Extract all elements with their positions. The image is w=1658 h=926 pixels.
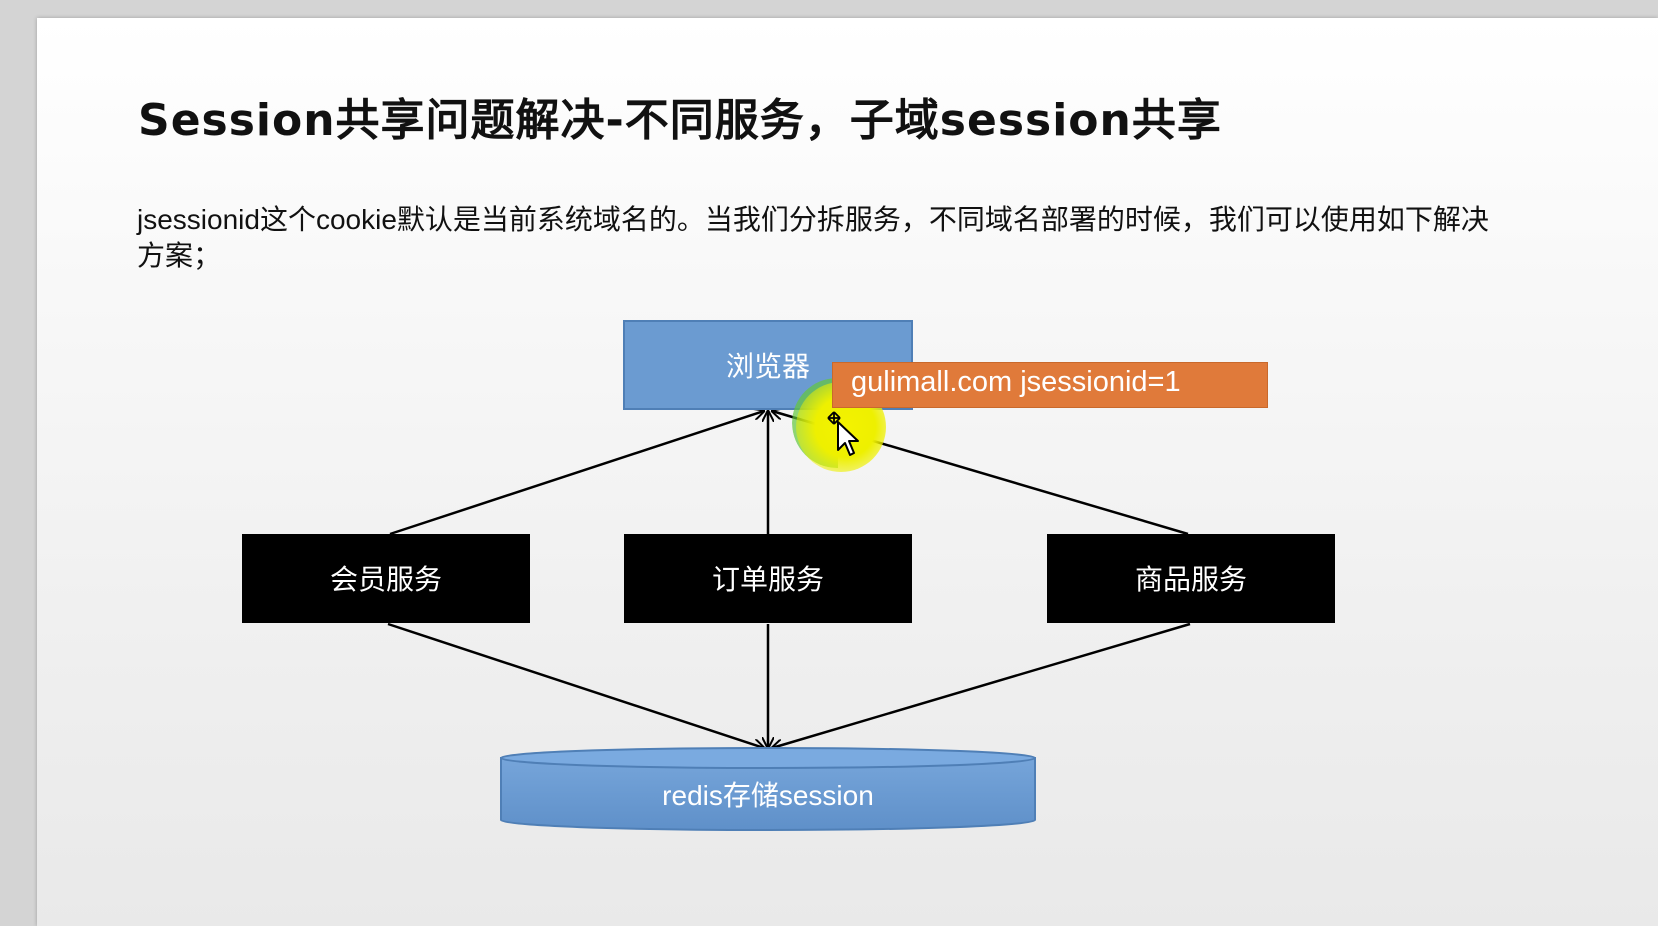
order-service-label: 订单服务: [712, 564, 824, 595]
redis-label: redis存储session: [662, 780, 874, 811]
edge-member-to-browser: [389, 411, 764, 536]
edge-product-to-redis: [772, 622, 1191, 748]
member-service-label: 会员服务: [330, 564, 442, 595]
screen: Session共享问题解决-不同服务，子域session共享 jsessioni…: [0, 0, 1658, 926]
product-service-label: 商品服务: [1135, 564, 1247, 595]
mouse-pointer-icon: [827, 411, 859, 456]
browser-label: 浏览器: [726, 351, 810, 382]
cookie-callout-text: gulimall.com jsessionid=1: [851, 366, 1181, 398]
edge-member-to-redis: [387, 622, 764, 748]
